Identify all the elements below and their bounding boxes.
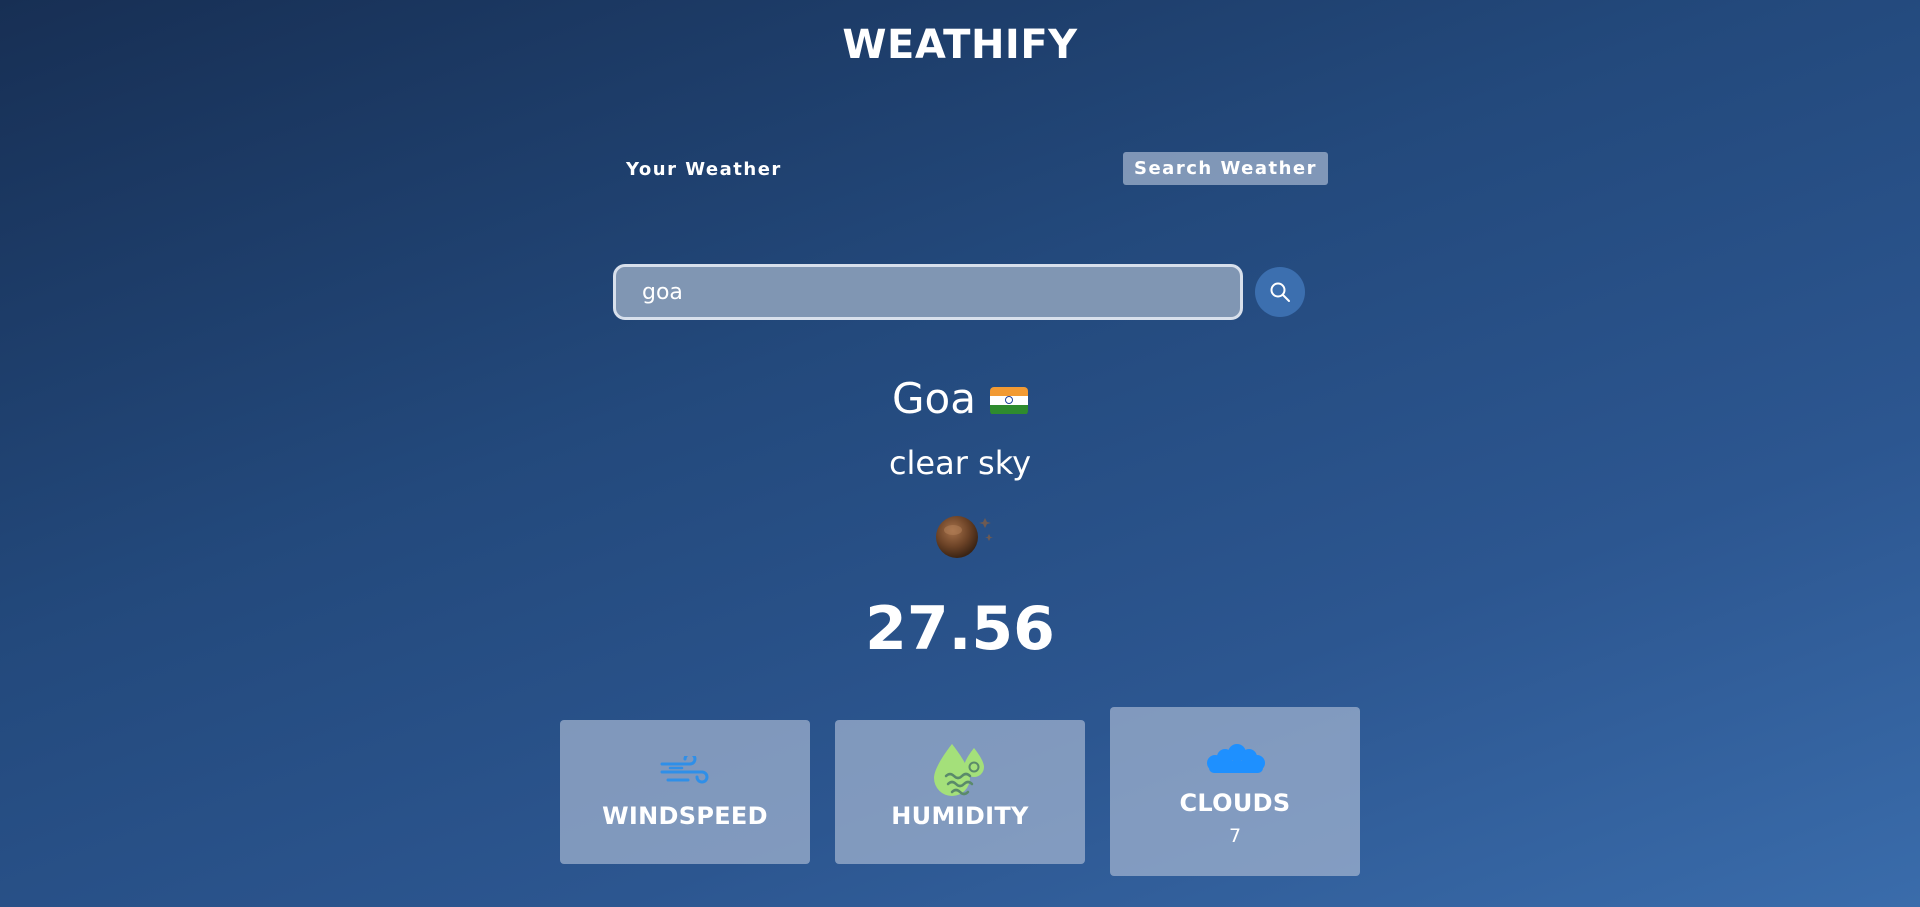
india-flag-icon xyxy=(989,386,1028,415)
tab-search-weather[interactable]: Search Weather xyxy=(1123,152,1329,185)
humidity-drops-icon xyxy=(934,744,984,796)
humidity-label: HUMIDITY xyxy=(891,802,1029,830)
windspeed-label: WINDSPEED xyxy=(602,802,768,830)
windspeed-card: WINDSPEED xyxy=(560,720,810,864)
cloud-icon xyxy=(1207,744,1265,773)
temperature-value: 27.56 xyxy=(865,594,1055,664)
clouds-value: 7 xyxy=(1228,825,1242,847)
wind-icon xyxy=(660,756,709,784)
clouds-label: CLOUDS xyxy=(1179,789,1291,817)
clouds-card: CLOUDS 7 xyxy=(1110,707,1360,876)
moon-stars-icon xyxy=(936,516,993,558)
tab-your-weather[interactable]: Your Weather xyxy=(616,153,792,186)
weather-description: clear sky xyxy=(888,444,1032,482)
search-button[interactable] xyxy=(1255,267,1305,317)
search-icon xyxy=(1270,282,1290,302)
app-title: WEATHIFY xyxy=(842,22,1078,68)
humidity-card: HUMIDITY xyxy=(835,720,1085,864)
city-name: Goa xyxy=(892,374,976,423)
search-input[interactable] xyxy=(613,264,1243,320)
city-heading: Goa xyxy=(0,374,1920,423)
